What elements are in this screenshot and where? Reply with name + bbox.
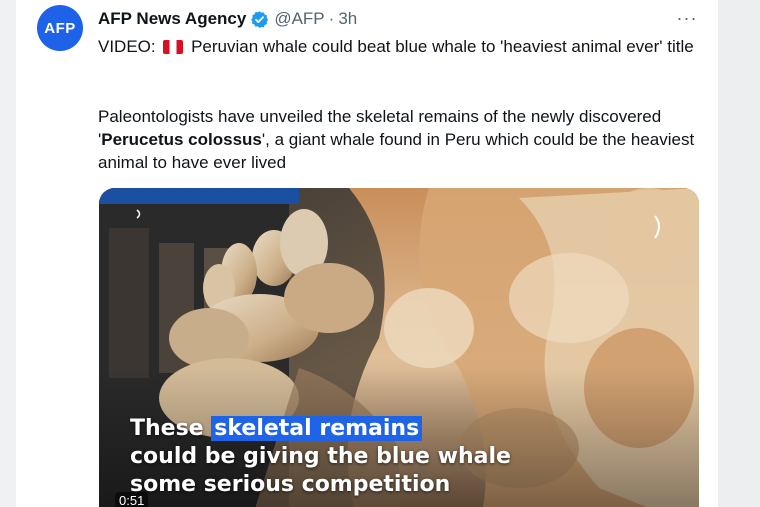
caption-line-3: some serious competition (130, 472, 451, 497)
caption-line-2: could be giving the blue whale (130, 444, 511, 469)
peru-flag-icon (163, 40, 184, 54)
handle[interactable]: @AFP (274, 9, 324, 29)
tweet-text-body: Paleontologists have unveiled the skelet… (98, 105, 708, 174)
timestamp[interactable]: 3h (338, 9, 357, 29)
verified-badge-icon (251, 10, 269, 28)
headline-text: Peruvian whale could beat blue whale to … (186, 37, 694, 56)
headline-prefix: VIDEO: (98, 37, 161, 56)
video-caption: These skeletal remains could be giving t… (130, 415, 690, 499)
video-duration: 0:51 (115, 492, 149, 507)
separator-dot: · (328, 9, 335, 28)
tweet-text-headline: VIDEO: Peruvian whale could beat blue wh… (98, 35, 708, 58)
more-horizontal-icon[interactable]: ··· (676, 8, 698, 28)
caption-highlight: skeletal remains (211, 416, 423, 441)
video-player[interactable]: These skeletal remains could be giving t… (99, 188, 699, 507)
page-gutter (718, 0, 760, 507)
display-name[interactable]: AFP News Agency (98, 9, 246, 29)
tweet-card[interactable]: AFP AFP News Agency @AFP · 3h ··· VIDEO:… (16, 0, 718, 507)
avatar-text: AFP (44, 19, 76, 37)
caption-prefix: These (130, 416, 212, 441)
avatar[interactable]: AFP (37, 5, 83, 51)
body-text-species: Perucetus colossus (101, 130, 262, 149)
tweet-header: AFP News Agency @AFP · 3h (98, 8, 357, 30)
